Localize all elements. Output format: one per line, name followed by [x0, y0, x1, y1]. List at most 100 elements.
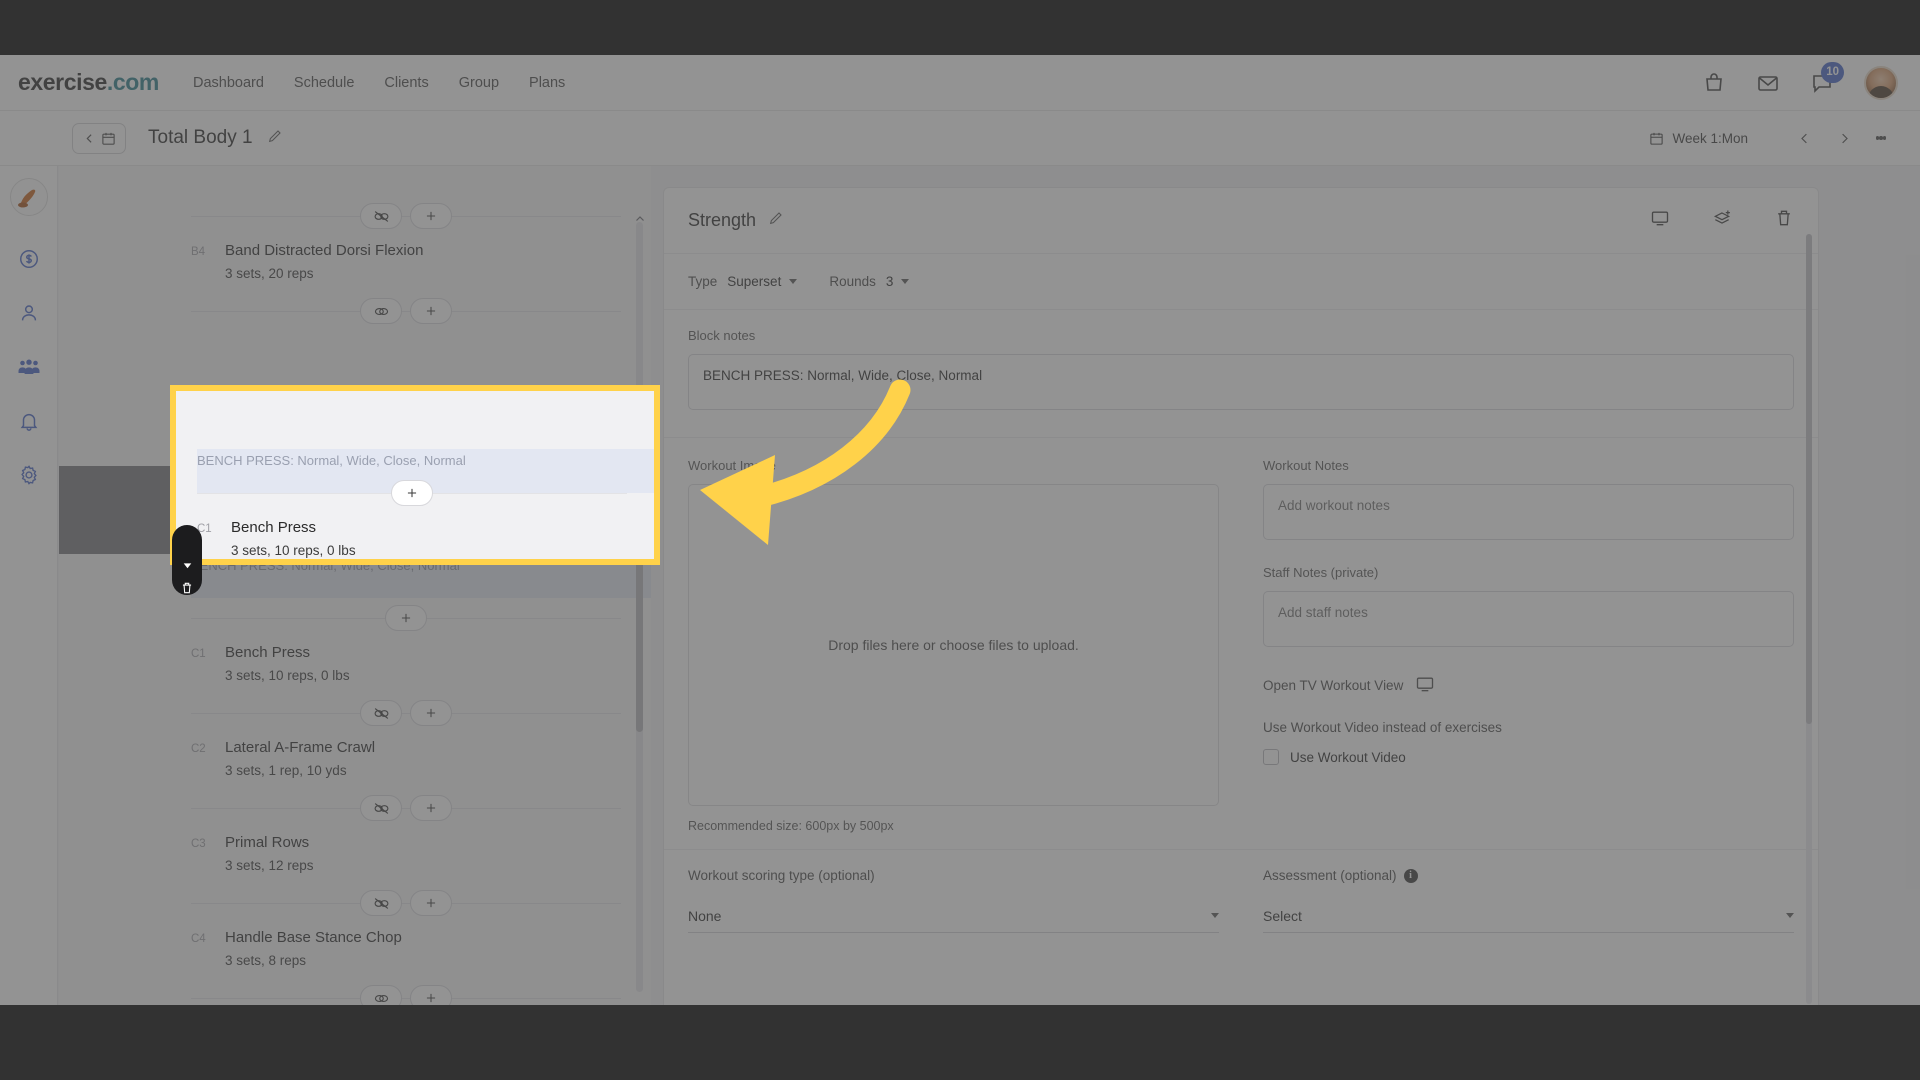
scoring-type-select[interactable]: None [688, 899, 1219, 933]
list-item[interactable]: B4 Band Distracted Dorsi Flexion 3 sets, … [191, 236, 621, 291]
scroll-down-arrow-icon[interactable] [633, 1004, 646, 1005]
exercise-name: Handle Base Stance Chop [225, 929, 402, 946]
workout-list-panel[interactable]: B4 Band Distracted Dorsi Flexion 3 sets, … [59, 166, 651, 1005]
unlink-icon-button[interactable] [360, 890, 402, 916]
info-icon[interactable]: i [1403, 868, 1418, 883]
monitor-icon[interactable] [1650, 208, 1670, 233]
detail-title: Strength [688, 210, 757, 230]
staff-notes-input[interactable] [1263, 591, 1794, 647]
block-note-text: BENCH PRESS: Normal, Wide, Close, Normal [197, 453, 466, 468]
trash-icon[interactable] [1774, 208, 1794, 233]
page-title: Total Body 1 [148, 127, 253, 148]
add-exercise-button[interactable] [410, 795, 452, 821]
shopping-bag-icon[interactable] [1702, 71, 1726, 95]
trash-icon[interactable] [180, 581, 194, 595]
sidebar-item-groups[interactable] [8, 346, 50, 388]
rounds-select[interactable]: 3 [886, 274, 910, 289]
list-divider [191, 196, 621, 236]
media-and-notes-section: Workout Image Drop files here or choose … [664, 438, 1818, 850]
monitor-icon[interactable] [1415, 674, 1435, 697]
previous-week-button[interactable] [1784, 131, 1824, 146]
list-scrollbar[interactable] [636, 222, 643, 992]
week-selector[interactable]: Week 1:Mon [1649, 131, 1748, 146]
week-label: Week 1:Mon [1672, 130, 1748, 146]
envelope-icon[interactable] [1756, 71, 1780, 95]
back-to-calendar-button[interactable] [72, 122, 126, 154]
nav-link-clients[interactable]: Clients [382, 71, 430, 95]
top-navigation-bar: exercise.com Dashboard Schedule Clients … [0, 55, 1920, 111]
workout-list-continued: C1 Bench Press 3 sets, 10 reps, 0 lbs C2 L… [191, 598, 621, 1005]
edit-block-name-pencil-icon[interactable] [768, 210, 784, 231]
workspace-logo[interactable] [9, 178, 48, 216]
chat-bubble-icon[interactable]: 10 [1810, 61, 1844, 95]
exercise-detail: 3 sets, 20 reps [225, 266, 314, 281]
calendar-icon [1650, 132, 1664, 145]
plus-icon [407, 488, 417, 498]
chevron-down-icon[interactable] [181, 559, 194, 572]
edit-title-pencil-icon[interactable] [267, 128, 283, 149]
use-workout-video-checkbox[interactable] [1263, 749, 1279, 765]
nav-link-schedule[interactable]: Schedule [292, 71, 356, 95]
block-notes-section: Block notes [664, 310, 1818, 438]
list-item[interactable]: C4 Handle Base Stance Chop 3 sets, 8 reps [191, 923, 621, 978]
sidebar-item-settings[interactable] [8, 454, 50, 496]
detail-scrollbar-thumb[interactable] [1806, 234, 1812, 724]
list-item[interactable]: C3 Primal Rows 3 sets, 12 reps [191, 828, 621, 883]
add-exercise-button[interactable] [385, 605, 427, 631]
add-exercise-button[interactable] [391, 480, 433, 506]
file-dropzone[interactable]: Drop files here or choose files to uploa… [688, 484, 1219, 806]
page-toolbar: Total Body 1 Week 1:Mon [0, 111, 1920, 166]
chevron-down-icon [1211, 913, 1219, 918]
use-video-description: Use Workout Video instead of exercises [1263, 720, 1502, 735]
open-tv-workout-view-row[interactable]: Open TV Workout View [1263, 674, 1794, 697]
sidebar-item-billing[interactable] [8, 238, 50, 280]
avatar[interactable] [1864, 65, 1898, 100]
unlink-icon-button[interactable] [360, 700, 402, 726]
sidebar-item-notifications[interactable] [8, 400, 50, 442]
workout-image-label: Workout Image [688, 458, 776, 473]
person-icon [21, 305, 36, 321]
list-divider [191, 291, 621, 331]
plus-icon [426, 211, 436, 221]
notification-badge: 10 [1821, 61, 1844, 83]
item-drag-toolbar[interactable] [172, 525, 202, 595]
add-exercise-button[interactable] [410, 985, 452, 1005]
type-value: Superset [727, 274, 782, 289]
highlight-box: BENCH PRESS: Normal, Wide, Close, Normal… [170, 385, 660, 565]
add-exercise-button[interactable] [410, 203, 452, 229]
next-week-button[interactable] [1824, 131, 1864, 146]
link-icon-button[interactable] [360, 298, 402, 324]
add-exercise-button[interactable] [410, 700, 452, 726]
workout-notes-input[interactable] [1263, 484, 1794, 540]
nav-link-group[interactable]: Group [457, 71, 501, 95]
staff-notes-label: Staff Notes (private) [1263, 565, 1379, 580]
detail-scrollbar[interactable] [1806, 234, 1812, 1004]
exercise-code: B4 [191, 246, 206, 258]
list-item[interactable]: C2 Lateral A-Frame Crawl 3 sets, 1 rep, 1… [191, 733, 621, 788]
unlink-icon-button[interactable] [360, 795, 402, 821]
nav-link-plans[interactable]: Plans [527, 71, 567, 95]
chevron-down-icon [634, 1005, 646, 1006]
nav-link-dashboard[interactable]: Dashboard [191, 71, 266, 95]
more-options-button[interactable] [1864, 135, 1898, 142]
exercise-detail: 3 sets, 10 reps, 0 lbs [231, 543, 356, 558]
brand-logo[interactable]: exercise.com [18, 69, 159, 96]
exercise-code: C1 [191, 648, 206, 660]
list-item[interactable]: C1 Bench Press 3 sets, 10 reps, 0 lbs [191, 638, 621, 693]
add-exercise-button[interactable] [410, 890, 452, 916]
exercise-name: Bench Press [225, 644, 311, 661]
list-divider [191, 978, 621, 1005]
sidebar-item-clients[interactable] [8, 292, 50, 334]
duplicate-icon[interactable] [1712, 208, 1732, 233]
link-icon-button[interactable] [360, 985, 402, 1005]
exercise-name: Primal Rows [225, 834, 310, 851]
type-select[interactable]: Superset [727, 274, 798, 289]
list-divider [191, 788, 621, 828]
block-notes-input[interactable] [688, 354, 1794, 410]
use-workout-video-row[interactable]: Use Workout Video [1263, 749, 1794, 765]
assessment-select[interactable]: Select [1263, 899, 1794, 933]
add-exercise-button[interactable] [410, 298, 452, 324]
chevron-right-icon [1841, 133, 1848, 143]
list-item[interactable]: C1 Bench Press 3 sets, 10 reps, 0 lbs [197, 513, 627, 559]
unlink-icon-button[interactable] [360, 203, 402, 229]
